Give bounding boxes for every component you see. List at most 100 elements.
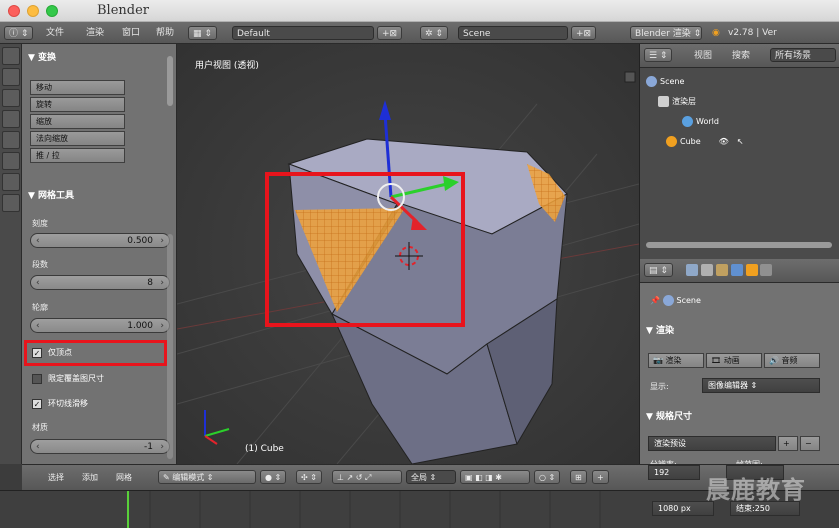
snap-target-select[interactable]: + — [592, 470, 609, 484]
world-context-icon[interactable] — [730, 263, 743, 276]
profile-field-label: 轮廓 — [32, 303, 48, 312]
resolution-y-field[interactable]: 1080 px — [652, 501, 714, 516]
move-button[interactable]: 移动 — [30, 80, 125, 95]
mesh-object-icon — [666, 136, 677, 147]
tab-physics[interactable] — [2, 131, 20, 149]
visibility-eye-icon[interactable]: 👁 — [719, 137, 729, 146]
object-context-icon[interactable] — [745, 263, 758, 276]
active-object-label: (1) Cube — [245, 444, 284, 454]
outliner-item-scene-label: Scene — [660, 77, 685, 86]
add-preset-button[interactable]: + — [778, 436, 798, 451]
vertex-only-highlight — [24, 340, 167, 366]
push-pull-button[interactable]: 推 / 拉 — [30, 148, 125, 163]
dimensions-panel-header[interactable]: ▼ 规格尺寸 — [646, 409, 692, 423]
viewport-shading-select[interactable]: ● ⇕ — [260, 470, 287, 484]
proportional-edit-select[interactable]: ○ ⇕ — [534, 470, 561, 484]
modifier-context-icon[interactable] — [760, 263, 773, 276]
scale-number-field[interactable]: 0.500 — [30, 233, 170, 248]
add-scene-button[interactable]: +⊠ — [571, 26, 597, 40]
mesh-tools-panel-header[interactable]: ▼ 网格工具 — [28, 188, 74, 202]
render-image-button[interactable]: 📷 渲染 — [648, 353, 704, 368]
outliner-editor-type-icon[interactable]: ☰ ⇕ — [644, 48, 673, 62]
menu-file[interactable]: 文件 — [46, 26, 64, 40]
transform-panel-header[interactable]: ▼ 变换 — [28, 50, 56, 64]
close-window-button[interactable] — [8, 5, 20, 17]
remove-preset-button[interactable]: − — [800, 436, 820, 451]
outliner-item-world[interactable]: World — [682, 116, 719, 127]
selection-highlight-box — [265, 172, 465, 327]
tab-create[interactable] — [2, 68, 20, 86]
add-layout-button[interactable]: +⊠ — [377, 26, 403, 40]
render-context-icon[interactable] — [686, 263, 698, 276]
screen-layout-field[interactable]: Default — [232, 26, 374, 40]
select-mode-buttons[interactable]: ▣ ◧ ◨ ✱ — [460, 470, 530, 484]
layers-context-icon[interactable] — [700, 263, 713, 276]
render-panel-header[interactable]: ▼ 渲染 — [646, 323, 674, 337]
resolution-x-field[interactable]: 192 — [648, 465, 700, 480]
menu-help[interactable]: 帮助 — [156, 26, 174, 40]
render-animation-button[interactable]: 🎞 动画 — [706, 353, 762, 368]
outliner-item-cube[interactable]: Cube 👁 ↖ — [666, 136, 744, 147]
tab-tools[interactable] — [2, 47, 20, 65]
render-image-label: 渲染 — [665, 356, 682, 365]
speaker-icon: 🔊 — [769, 356, 782, 365]
zoom-window-button[interactable] — [46, 5, 58, 17]
manipulator-toggles[interactable]: ⊥ ↗ ↺ ⤢ — [332, 470, 402, 484]
tool-shelf-scrollbar-lower[interactable] — [167, 234, 173, 459]
tab-grease-pencil[interactable] — [2, 152, 20, 170]
clamp-overlap-checkbox[interactable]: 限定覆盖图尺寸 — [32, 373, 104, 384]
menu-select[interactable]: 选择 — [48, 471, 64, 485]
scene-icon — [646, 76, 657, 87]
rotate-button[interactable]: 旋转 — [30, 97, 125, 112]
outliner-view-menu[interactable]: 视图 — [694, 49, 712, 63]
minimize-window-button[interactable] — [27, 5, 39, 17]
tab-options[interactable] — [2, 173, 20, 191]
3d-viewport[interactable]: 用户视图 (透视) (1) Cube — [177, 44, 639, 464]
menu-mesh[interactable]: 网格 — [116, 471, 132, 485]
render-preset-select[interactable]: 渲染预设 — [648, 436, 776, 451]
properties-editor-type-icon[interactable]: ▤ ⇕ — [644, 263, 673, 277]
tab-animation[interactable] — [2, 110, 20, 128]
outliner-item-scene[interactable]: Scene — [646, 76, 684, 87]
interaction-mode-select[interactable]: ✎ 编辑模式 ⇕ — [158, 470, 256, 484]
scene-icon[interactable]: ✲ ⇕ — [420, 26, 448, 40]
outliner-horizontal-scrollbar[interactable] — [646, 242, 832, 248]
info-header: ⓘ ⇕ 文件 渲染 窗口 帮助 ▦ ⇕ Default +⊠ ✲ ⇕ Scene… — [0, 22, 839, 44]
scene-context-icon[interactable] — [715, 263, 728, 276]
blender-logo-icon: ◉ — [712, 28, 720, 38]
outliner-search-menu[interactable]: 搜索 — [732, 49, 750, 63]
scene-field[interactable]: Scene — [458, 26, 568, 40]
tab-misc[interactable] — [2, 194, 20, 212]
material-number-field[interactable]: -1 — [30, 439, 170, 454]
film-icon: 🎞 — [711, 356, 724, 365]
snap-toggle[interactable]: ⊞ — [570, 470, 587, 484]
menu-add[interactable]: 添加 — [82, 471, 98, 485]
shrink-fatten-button[interactable]: 法向缩放 — [30, 131, 125, 146]
scale-field-label: 刻度 — [32, 219, 48, 228]
loop-slide-checkbox[interactable]: ✓ 环切线滑移 — [32, 398, 88, 409]
pivot-point-select[interactable]: ✣ ⇕ — [296, 470, 322, 484]
screen-layout-icon[interactable]: ▦ ⇕ — [188, 26, 217, 40]
profile-number-field[interactable]: 1.000 — [30, 318, 170, 333]
outliner-item-render-layers[interactable]: 渲染层 — [658, 96, 696, 107]
edit-mode-icon: ✎ — [163, 473, 173, 482]
render-engine-select[interactable]: Blender 渲染 ⇕ — [630, 26, 702, 40]
pin-icon[interactable]: 📌 — [650, 296, 660, 305]
tool-shelf-scrollbar[interactable] — [167, 56, 173, 106]
selectable-arrow-icon[interactable]: ↖ — [737, 137, 744, 146]
render-audio-button[interactable]: 🔊 音频 — [764, 353, 820, 368]
outliner-display-mode-select[interactable]: 所有场景 — [770, 48, 836, 62]
render-layers-icon — [658, 96, 669, 107]
checkbox-unchecked-icon — [32, 373, 42, 384]
menu-window[interactable]: 窗口 — [122, 26, 140, 40]
segments-number-field[interactable]: 8 — [30, 275, 170, 290]
tab-relations[interactable] — [2, 89, 20, 107]
scale-button[interactable]: 缩放 — [30, 114, 125, 129]
editor-type-info-button[interactable]: ⓘ ⇕ — [4, 26, 34, 40]
display-select[interactable]: 图像编辑器 ⇕ — [702, 378, 820, 393]
world-icon — [682, 116, 693, 127]
transform-orientation-select[interactable]: 全局 ⇕ — [406, 470, 456, 484]
menu-render[interactable]: 渲染 — [86, 26, 104, 40]
viewport-properties-toggle[interactable] — [624, 71, 636, 83]
properties-context-tabs[interactable] — [686, 263, 773, 277]
